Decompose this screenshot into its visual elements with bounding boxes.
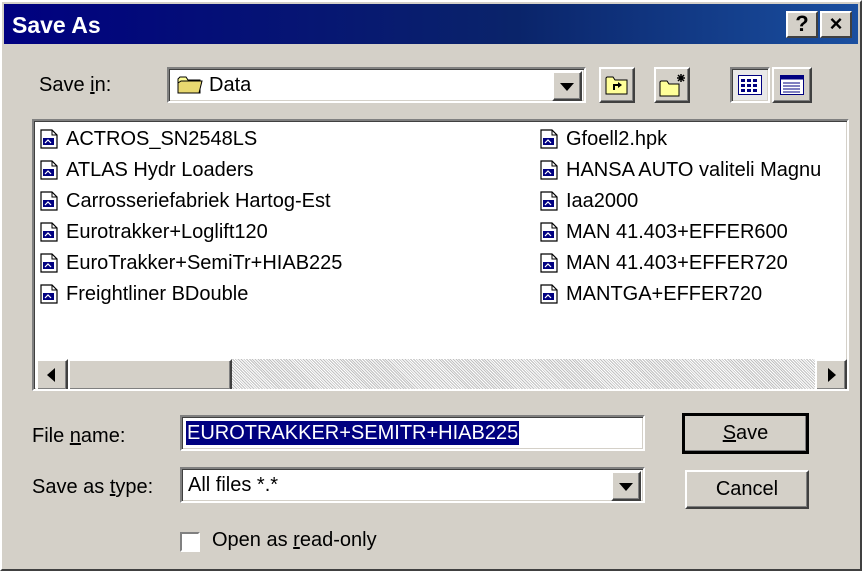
scroll-right-button[interactable] [815, 359, 847, 389]
details-view-button[interactable] [772, 67, 812, 103]
file-list-item[interactable]: Freightliner BDouble [40, 279, 248, 309]
document-icon [540, 129, 558, 149]
document-icon [540, 284, 558, 304]
chevron-down-icon [560, 83, 574, 91]
document-icon [40, 222, 58, 242]
save-in-dropdown-button[interactable] [552, 71, 582, 101]
file-name-text: ATLAS Hydr Loaders [66, 158, 254, 181]
file-list-item[interactable]: HANSA AUTO valiteli Magnu [540, 155, 821, 185]
save-button[interactable]: Save [682, 413, 809, 454]
save-as-type-dropdown-button[interactable] [611, 471, 641, 501]
file-list-item[interactable]: MANTGA+EFFER720 [540, 279, 762, 309]
file-name-text: HANSA AUTO valiteli Magnu [566, 158, 822, 181]
new-folder-icon [659, 74, 685, 97]
document-icon [40, 284, 58, 304]
file-name-text: Eurotrakker+Loglift120 [66, 220, 268, 243]
help-icon: ? [795, 11, 809, 36]
help-button[interactable]: ? [786, 11, 818, 38]
document-icon [40, 253, 58, 273]
cancel-label: Cancel [715, 478, 779, 500]
file-name-text: Freightliner BDouble [66, 282, 249, 305]
list-view-icon [738, 75, 762, 95]
document-icon [40, 129, 58, 149]
file-name-text: EuroTrakker+SemiTr+HIAB225 [66, 251, 343, 274]
file-list-item[interactable]: MAN 41.403+EFFER600 [540, 217, 788, 247]
scroll-thumb[interactable] [68, 359, 232, 389]
file-name-value[interactable]: EUROTRAKKER+SEMITR+HIAB225 [186, 421, 520, 445]
document-icon [540, 253, 558, 273]
file-name-label: File name: [32, 425, 126, 447]
document-icon [540, 191, 558, 211]
file-list[interactable]: ACTROS_SN2548LS ATLAS Hydr Loaders Carross… [32, 119, 849, 391]
document-icon [40, 191, 58, 211]
file-name-input[interactable]: EUROTRAKKER+SEMITR+HIAB225 [180, 415, 645, 451]
scroll-left-button[interactable] [36, 359, 68, 389]
save-as-type-label: Save as type: [32, 476, 154, 498]
chevron-down-icon [619, 483, 633, 491]
document-icon [40, 160, 58, 180]
read-only-label[interactable]: Open as read-only [212, 529, 377, 552]
save-in-dropdown[interactable]: Data [167, 67, 586, 103]
create-new-folder-button[interactable] [654, 67, 690, 103]
file-list-item[interactable]: Gfoell2.hpk [540, 124, 667, 154]
list-view-button[interactable] [730, 67, 770, 103]
folder-icon [177, 76, 203, 94]
file-name-text: Gfoell2.hpk [566, 127, 668, 150]
up-folder-icon [605, 76, 628, 95]
title-bar[interactable]: Save As ? × [4, 4, 858, 44]
arrow-left-icon [47, 368, 55, 382]
save-in-label: Save in: [39, 74, 112, 96]
save-in-value: Data [209, 74, 252, 96]
file-name-text: MAN 41.403+EFFER600 [566, 220, 788, 243]
file-name-text: ACTROS_SN2548LS [66, 127, 258, 150]
save-as-type-dropdown[interactable]: All files *.* [180, 467, 645, 503]
file-list-item[interactable]: MAN 41.403+EFFER720 [540, 248, 788, 278]
details-view-icon [780, 75, 804, 95]
file-name-text: MAN 41.403+EFFER720 [566, 251, 788, 274]
file-list-item[interactable]: ATLAS Hydr Loaders [40, 155, 254, 185]
cancel-button[interactable]: Cancel [685, 470, 809, 509]
file-name-text: Iaa2000 [566, 189, 639, 212]
file-name-text: MANTGA+EFFER720 [566, 282, 763, 305]
file-name-text: Carrosseriefabriek Hartog-Est [66, 189, 331, 212]
arrow-right-icon [828, 368, 836, 382]
file-list-item[interactable]: Iaa2000 [540, 186, 638, 216]
file-list-item[interactable]: Eurotrakker+Loglift120 [40, 217, 268, 247]
file-list-item[interactable]: EuroTrakker+SemiTr+HIAB225 [40, 248, 342, 278]
read-only-checkbox[interactable] [180, 532, 200, 552]
document-icon [540, 222, 558, 242]
up-one-level-button[interactable] [599, 67, 635, 103]
document-icon [540, 160, 558, 180]
file-list-item[interactable]: ACTROS_SN2548LS [40, 124, 257, 154]
save-as-type-value: All files *.* [188, 474, 279, 496]
close-icon: × [829, 11, 843, 36]
window-title: Save As [12, 12, 101, 38]
save-as-dialog: Save As ? × Save in: Data ACTROS_SN2548L… [0, 0, 862, 571]
file-list-item[interactable]: Carrosseriefabriek Hartog-Est [40, 186, 331, 216]
close-button[interactable]: × [820, 11, 852, 38]
